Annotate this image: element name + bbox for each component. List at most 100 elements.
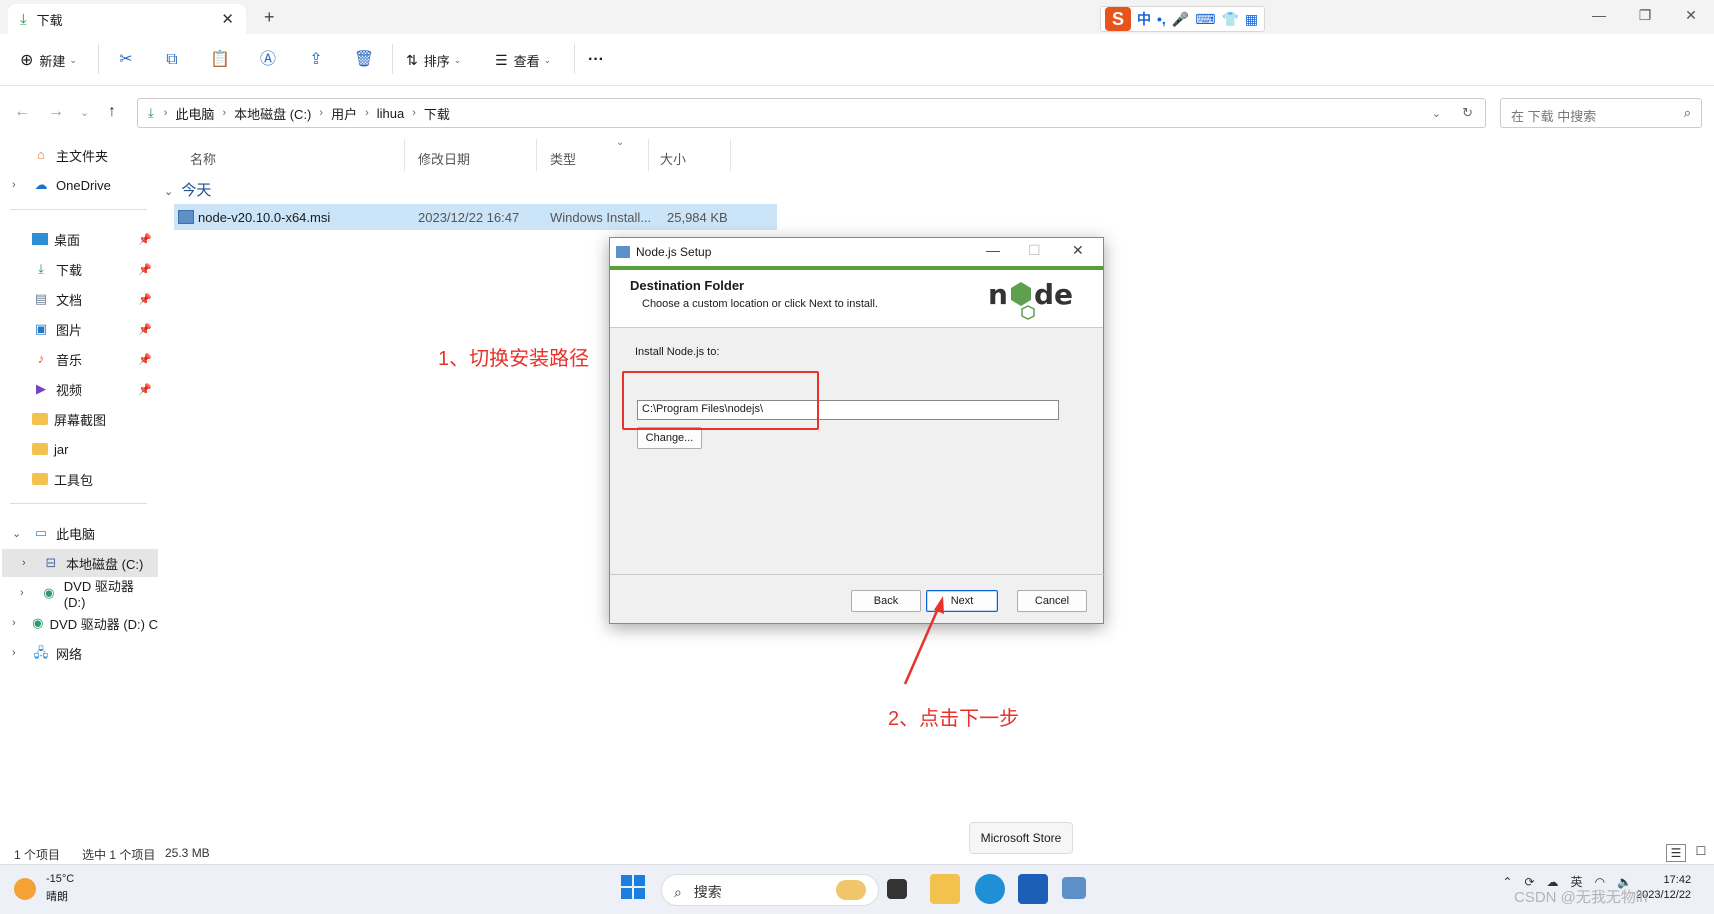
chevron-right-icon[interactable]: ›	[12, 617, 16, 629]
microphone-icon[interactable]: 🎤	[1172, 11, 1189, 28]
dvd-icon: ◉	[32, 615, 44, 630]
pin-icon[interactable]: 📌	[138, 323, 152, 336]
sidebar-item-jar[interactable]: jar	[0, 435, 158, 463]
download-icon: ⤓	[38, 261, 44, 276]
toolbox-icon[interactable]: ▦	[1245, 11, 1258, 28]
tiles-view-icon[interactable]: ☐	[1692, 844, 1710, 858]
file-explorer-icon[interactable]	[930, 874, 960, 904]
weather-widget[interactable]: -15°C 晴朗	[14, 873, 74, 904]
sidebar-item-pictures[interactable]: ▣ 图片 📌	[0, 315, 158, 343]
chevron-right-icon[interactable]: ›	[22, 557, 26, 569]
maximize-button[interactable]: ❐	[1622, 0, 1668, 34]
file-type: Windows Install...	[550, 210, 652, 225]
crumb-downloads[interactable]: 下载	[424, 104, 450, 123]
details-view-icon[interactable]: ☰	[1666, 844, 1686, 862]
sidebar-item-network[interactable]: › 🖧 网络	[0, 639, 158, 667]
start-icon[interactable]	[620, 874, 650, 904]
chevron-down-icon[interactable]: ⌄	[12, 527, 21, 540]
chevron-right-icon[interactable]: ›	[20, 587, 24, 599]
crumb-lihua[interactable]: lihua	[377, 106, 404, 121]
recent-chevron-icon[interactable]: ⌄	[80, 106, 89, 119]
weather-text: 晴朗	[46, 891, 68, 903]
share-icon[interactable]: ⇪	[304, 48, 328, 72]
dialog-subheading: Choose a custom location or click Next t…	[642, 298, 878, 310]
tab-downloads[interactable]: ⤓ 下载 ✕	[8, 4, 246, 34]
group-label: 今天	[181, 182, 212, 199]
delete-icon[interactable]: 🗑	[352, 48, 376, 72]
sidebar-item-this-pc[interactable]: ⌄ ▭ 此电脑	[0, 519, 158, 547]
sidebar-item-label: OneDrive	[56, 177, 111, 193]
close-window-button[interactable]: ✕	[1668, 0, 1714, 34]
edge-icon[interactable]	[975, 874, 1005, 904]
table-row[interactable]: node-v20.10.0-x64.msi 2023/12/22 16:47 W…	[174, 204, 777, 230]
sidebar-item-home[interactable]: ⌂ 主文件夹	[0, 141, 158, 169]
task-view-icon[interactable]	[887, 879, 907, 899]
sidebar-item-videos[interactable]: ▶ 视频 📌	[0, 375, 158, 403]
sidebar-item-label: 下载	[56, 262, 83, 278]
pin-icon[interactable]: 📌	[138, 383, 152, 396]
sidebar-item-dvd-d[interactable]: › ◉ DVD 驱动器 (D:)	[0, 579, 158, 610]
taskbar-search[interactable]: ⌕ 搜索	[661, 874, 879, 906]
crumb-c-drive[interactable]: 本地磁盘 (C:)	[234, 104, 311, 123]
column-header-size[interactable]: 大小	[660, 149, 686, 168]
ime-punct-toggle[interactable]: •,	[1157, 11, 1166, 27]
dialog-close-button[interactable]: ✕	[1072, 242, 1084, 259]
paste-icon[interactable]: 📋	[208, 48, 232, 72]
pin-icon[interactable]: 📌	[138, 293, 152, 306]
address-bar[interactable]: ⤓ › 此电脑 › 本地磁盘 (C:) › 用户 › lihua › 下载 ⌄ …	[137, 98, 1486, 128]
chevron-right-icon: ›	[412, 107, 416, 119]
chevron-right-icon[interactable]: ›	[12, 179, 16, 191]
cut-icon[interactable]: ✂	[114, 48, 138, 72]
sidebar-item-dvd-d-c[interactable]: › ◉ DVD 驱动器 (D:) C	[0, 609, 158, 637]
refresh-icon[interactable]: ↻	[1462, 105, 1473, 121]
sidebar-item-onedrive[interactable]: › ☁ OneDrive	[0, 171, 158, 199]
skin-icon[interactable]: 👕	[1221, 11, 1238, 28]
more-options-button[interactable]: ···	[588, 48, 604, 72]
crumb-this-pc[interactable]: 此电脑	[175, 104, 214, 123]
pin-icon[interactable]: 📌	[138, 353, 152, 366]
column-header-name[interactable]: 名称	[190, 149, 216, 168]
sidebar-item-documents[interactable]: ▤ 文档 📌	[0, 285, 158, 313]
chevron-down-icon: ⌄	[543, 54, 552, 65]
sidebar-item-c-drive[interactable]: › ⊟ 本地磁盘 (C:)	[2, 549, 158, 577]
annotation-step2: 2、点击下一步	[888, 708, 1020, 730]
dialog-minimize-button[interactable]: —	[986, 242, 1000, 258]
copy-icon[interactable]: ⧉	[160, 48, 184, 72]
view-button[interactable]: ☰ 查看 ⌄	[495, 48, 551, 72]
back-arrow-icon[interactable]: ←	[14, 103, 30, 121]
search-input[interactable]: 在 下载 中搜索 ⌕	[1500, 98, 1702, 128]
new-button[interactable]: ⊕ 新建 ⌄	[20, 48, 77, 72]
chevron-right-icon[interactable]: ›	[12, 647, 16, 659]
drive-icon: ⊟	[45, 555, 57, 570]
sidebar-item-desktop[interactable]: 桌面 📌	[0, 225, 158, 253]
cancel-button[interactable]: Cancel	[1017, 590, 1087, 612]
sort-button[interactable]: ⇅ 排序 ⌄	[406, 48, 461, 72]
ime-chinese-toggle[interactable]: 中	[1137, 9, 1151, 29]
rename-icon[interactable]: Ⓐ	[256, 48, 280, 72]
dialog-maximize-button[interactable]: ☐	[1028, 242, 1041, 259]
crumb-users[interactable]: 用户	[331, 104, 357, 123]
sidebar-item-downloads[interactable]: ⤓ 下载 📌	[0, 255, 158, 283]
installer-taskbar-icon[interactable]	[1062, 877, 1086, 899]
pin-icon[interactable]: 📌	[138, 263, 152, 276]
ime-toolbar[interactable]: S 中 •, 🎤 ⌨ 👕 ▦	[1100, 6, 1266, 32]
group-header-today[interactable]: ⌄ 今天	[164, 179, 211, 200]
minimize-button[interactable]: —	[1576, 0, 1622, 34]
address-dropdown-icon[interactable]: ⌄	[1432, 107, 1441, 120]
column-header-date[interactable]: 修改日期	[418, 149, 470, 168]
store-icon[interactable]	[1018, 874, 1048, 904]
sidebar-item-tools[interactable]: 工具包	[0, 465, 158, 493]
keyboard-icon[interactable]: ⌨	[1195, 11, 1215, 28]
close-tab-icon[interactable]: ✕	[221, 10, 234, 28]
sidebar-item-music[interactable]: ♪ 音乐 📌	[0, 345, 158, 373]
change-button[interactable]: Change...	[637, 427, 702, 449]
column-header-type[interactable]: 类型	[550, 149, 576, 168]
forward-arrow-icon[interactable]: →	[48, 103, 64, 121]
up-arrow-icon[interactable]: ↑	[108, 103, 116, 121]
pin-icon[interactable]: 📌	[138, 233, 152, 246]
sidebar-item-label: 桌面	[54, 232, 81, 248]
sidebar-item-screenshots[interactable]: 屏幕截图	[0, 405, 158, 433]
tray-chevron-icon[interactable]: ⌃	[1502, 875, 1512, 889]
new-tab-button[interactable]: +	[264, 7, 275, 28]
install-label: Install Node.js to:	[635, 346, 720, 358]
